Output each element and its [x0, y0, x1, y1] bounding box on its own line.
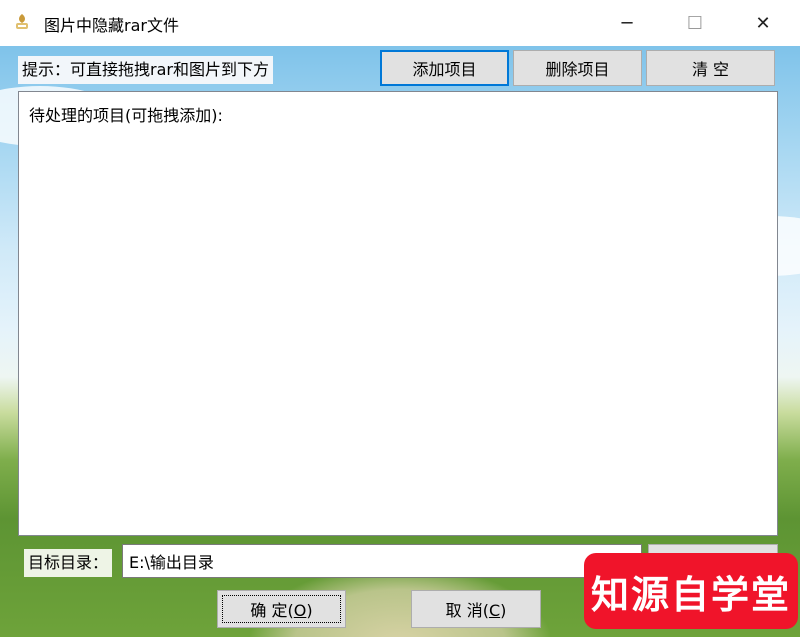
- maximize-icon: ☐: [686, 12, 704, 34]
- minimize-button[interactable]: ─: [592, 0, 662, 46]
- hint-label: 提示：可直接拖拽rar和图片到下方: [18, 56, 273, 84]
- delete-item-label: 删除项目: [545, 60, 610, 79]
- clear-button[interactable]: 清 空: [646, 50, 775, 86]
- focus-rect: [222, 595, 341, 623]
- maximize-button[interactable]: ☐: [660, 0, 730, 46]
- app-icon: [16, 14, 28, 29]
- cancel-label: 取 消(C): [445, 601, 507, 620]
- clear-label: 清 空: [691, 60, 730, 79]
- title-bar: 图片中隐藏rar文件 ─ ☐ ✕: [0, 0, 800, 46]
- add-item-label: 添加项目: [412, 60, 477, 79]
- close-icon: ✕: [755, 12, 771, 34]
- minimize-icon: ─: [621, 12, 633, 34]
- window-title: 图片中隐藏rar文件: [44, 16, 179, 35]
- add-item-button[interactable]: 添加项目: [380, 50, 509, 86]
- list-header: 待处理的项目(可拖拽添加):: [29, 106, 223, 125]
- pending-items-list[interactable]: 待处理的项目(可拖拽添加):: [18, 91, 778, 536]
- watermark-logo: 知源自学堂: [584, 553, 798, 629]
- delete-item-button[interactable]: 删除项目: [513, 50, 642, 86]
- ok-button[interactable]: 确 定(O): [217, 590, 346, 628]
- cancel-button[interactable]: 取 消(C): [411, 590, 541, 628]
- target-dir-label: 目标目录：: [24, 549, 113, 577]
- target-dir-input[interactable]: [122, 544, 642, 578]
- close-button[interactable]: ✕: [728, 0, 798, 46]
